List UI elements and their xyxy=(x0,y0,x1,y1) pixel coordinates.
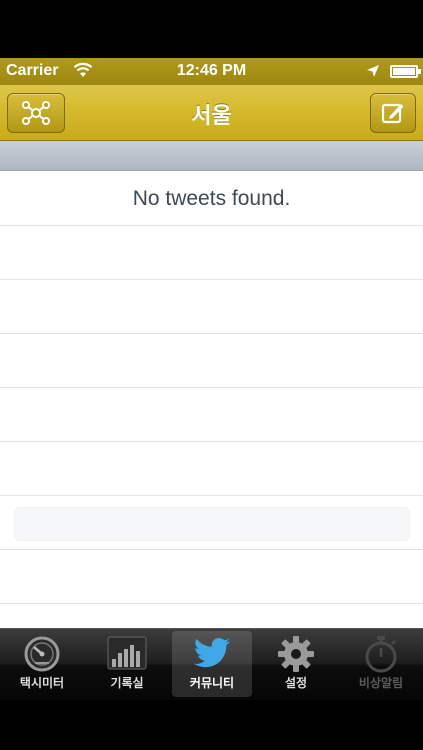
compose-button[interactable] xyxy=(370,93,416,133)
status-bar: Carrier 12:46 PM xyxy=(0,58,423,85)
gear-icon xyxy=(278,636,314,672)
compose-icon xyxy=(381,103,404,124)
battery-icon xyxy=(390,65,421,78)
twitter-bird-icon xyxy=(194,638,230,668)
tab-emergency-alert[interactable]: 비상알림 xyxy=(341,631,421,697)
list-item xyxy=(0,280,423,334)
list-item: No tweets found. xyxy=(0,171,423,226)
list-item xyxy=(0,226,423,280)
tab-bar: 택시미터 기록실 커뮤니티 설정 비상알림 xyxy=(0,628,423,700)
stopwatch-icon xyxy=(365,636,397,673)
status-time: 12:46 PM xyxy=(176,62,247,79)
tab-label: 비상알림 xyxy=(358,676,404,690)
tab-community[interactable]: 커뮤니티 xyxy=(172,631,252,697)
page-title: 서울 xyxy=(191,103,232,128)
tab-records[interactable]: 기록실 xyxy=(87,631,167,697)
list-item xyxy=(0,442,423,496)
bottom-letterbox xyxy=(0,700,423,750)
faded-placeholder-bar xyxy=(14,507,410,541)
list-item xyxy=(0,604,423,628)
tab-settings[interactable]: 설정 xyxy=(256,631,336,697)
bar-chart-icon xyxy=(107,636,147,670)
battery-level-fill xyxy=(393,68,415,75)
list-item xyxy=(0,334,423,388)
tab-label: 설정 xyxy=(284,676,308,690)
empty-state-message: No tweets found. xyxy=(132,187,291,210)
tab-label: 커뮤니티 xyxy=(189,676,235,690)
section-header xyxy=(0,141,423,171)
navigation-bar: 서울 xyxy=(0,85,423,141)
list-item xyxy=(0,550,423,604)
speedometer-icon xyxy=(24,636,60,672)
list-item xyxy=(0,388,423,442)
tab-label: 택시미터 xyxy=(19,676,65,690)
tweet-list[interactable]: No tweets found. xyxy=(0,171,423,628)
top-letterbox xyxy=(0,0,423,58)
location-arrow-icon xyxy=(367,65,379,77)
tab-taximeter[interactable]: 택시미터 xyxy=(2,631,82,697)
tab-label: 기록실 xyxy=(110,676,144,690)
